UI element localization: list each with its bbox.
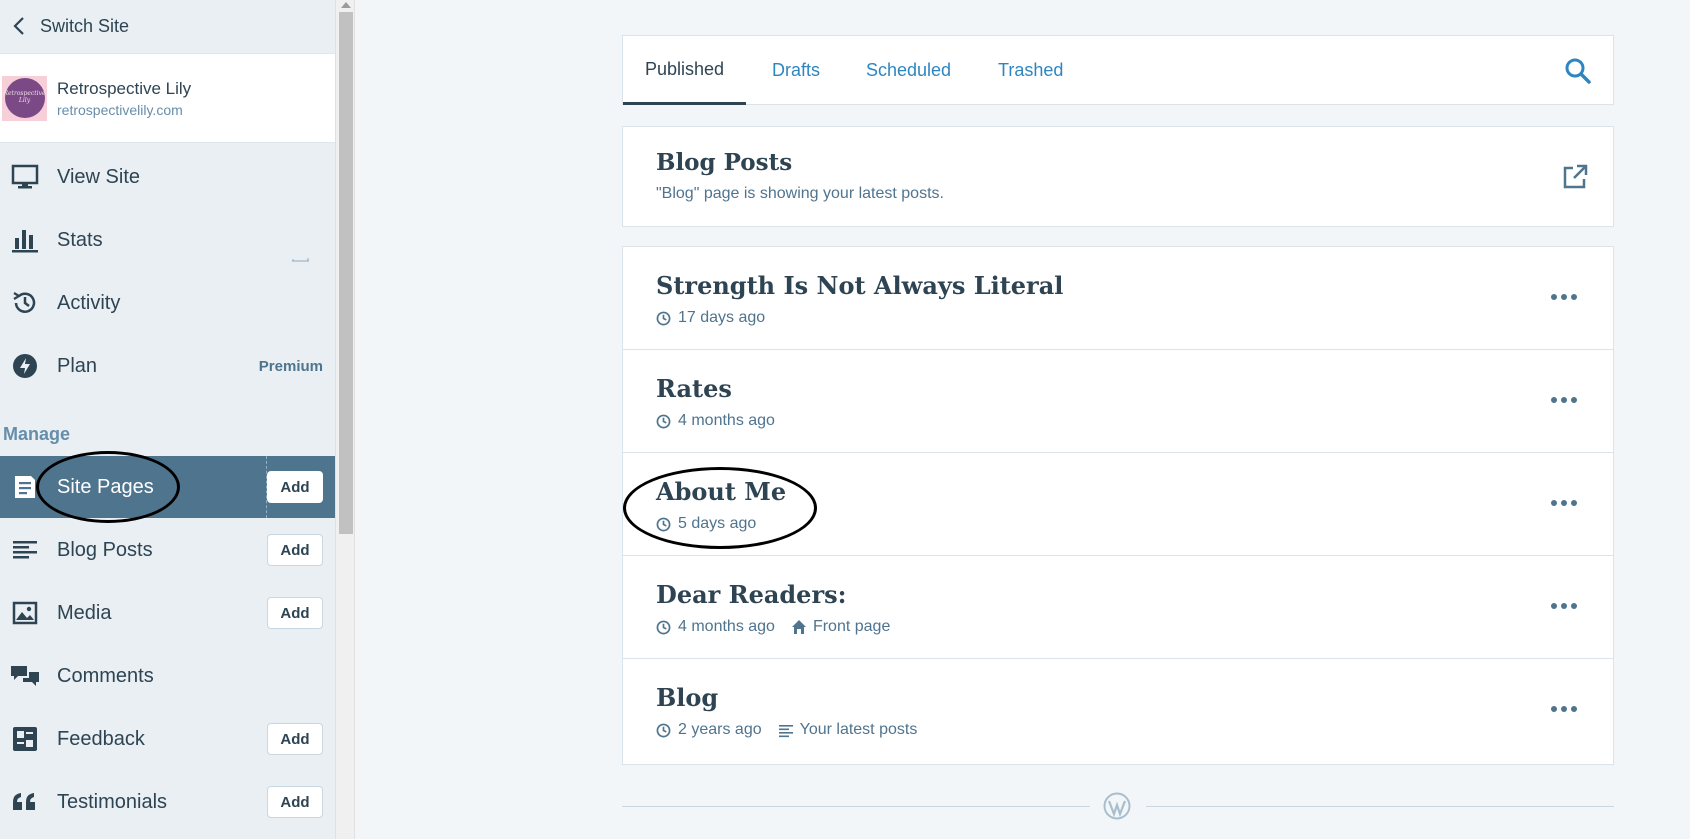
sidebar-item-label: Testimonials: [57, 790, 168, 813]
stats-sparkline: [292, 245, 310, 262]
stats-icon: [10, 225, 40, 255]
pages-icon: [10, 472, 40, 502]
sidebar-item-label: Feedback: [57, 727, 145, 750]
plan-icon: [10, 351, 40, 381]
manage-heading: Manage: [3, 424, 71, 444]
page-time: 4 months ago: [678, 618, 775, 635]
sidebar: Switch Site Retrospective Lily Retrospec…: [0, 0, 335, 839]
status-tabs: Published Drafts Scheduled Trashed: [622, 35, 1614, 105]
list-item[interactable]: Blog 2 years ago Your latest posts: [623, 659, 1613, 762]
page-title[interactable]: Blog: [656, 683, 718, 712]
clock-icon: [656, 414, 671, 428]
search-icon[interactable]: [1563, 56, 1593, 86]
sidebar-item-label: Comments: [57, 664, 154, 687]
more-options-icon[interactable]: [1550, 499, 1578, 507]
switch-site-label: Switch Site: [40, 15, 130, 36]
sidebar-item-testimonials[interactable]: Testimonials Add: [0, 771, 335, 833]
sidebar-item-plan[interactable]: Plan Premium: [0, 335, 335, 397]
history-icon: [10, 288, 40, 318]
sidebar-item-stats[interactable]: Stats: [0, 209, 335, 271]
tab-scheduled[interactable]: Scheduled: [866, 36, 951, 105]
chevron-left-icon: [13, 17, 24, 35]
site-logo: Retrospective Lily: [2, 75, 47, 121]
blog-posts-card[interactable]: Blog Posts "Blog" page is showing your l…: [622, 126, 1614, 227]
list-item[interactable]: Strength Is Not Always Literal 17 days a…: [623, 247, 1613, 350]
add-media-button[interactable]: Add: [267, 597, 323, 629]
tab-drafts[interactable]: Drafts: [772, 36, 820, 105]
page-title[interactable]: Rates: [656, 374, 732, 403]
add-post-button[interactable]: Add: [267, 534, 323, 566]
image-icon: [10, 598, 40, 628]
blog-posts-description: "Blog" page is showing your latest posts…: [656, 185, 944, 202]
add-feedback-button[interactable]: Add: [267, 723, 323, 755]
scroll-up-arrow[interactable]: [341, 2, 351, 8]
list-item[interactable]: About Me 5 days ago: [623, 453, 1613, 556]
external-link-icon[interactable]: [1561, 163, 1589, 191]
list-item[interactable]: Dear Readers: 4 months ago Front page: [623, 556, 1613, 659]
more-options-icon[interactable]: [1550, 396, 1578, 404]
wordpress-logo-icon: [1103, 792, 1131, 820]
page-title[interactable]: Strength Is Not Always Literal: [656, 271, 1063, 300]
tab-published[interactable]: Published: [623, 36, 747, 105]
sidebar-item-view-site[interactable]: View Site: [0, 146, 335, 208]
scrollbar-thumb[interactable]: [339, 12, 353, 534]
sidebar-item-feedback[interactable]: Feedback Add: [0, 708, 335, 770]
posts-icon: [10, 535, 40, 565]
sidebar-item-blog-posts[interactable]: Blog Posts Add: [0, 519, 335, 581]
clock-icon: [656, 723, 671, 737]
tab-trashed[interactable]: Trashed: [998, 36, 1063, 105]
clock-icon: [656, 311, 671, 325]
sidebar-item-comments[interactable]: Comments: [0, 645, 335, 707]
add-page-button[interactable]: Add: [267, 471, 323, 503]
latest-posts-label: Your latest posts: [799, 721, 918, 738]
more-options-icon[interactable]: [1550, 705, 1578, 713]
desktop-icon: [10, 162, 40, 192]
plan-badge: Premium: [258, 357, 323, 375]
switch-site-button[interactable]: Switch Site: [0, 0, 335, 52]
front-page-label: Front page: [812, 618, 891, 635]
current-site-card[interactable]: Retrospective Lily Retrospective Lily re…: [0, 53, 335, 143]
sidebar-item-label: Site Pages: [57, 475, 154, 498]
site-url: retrospectivelily.com: [57, 101, 183, 118]
page-title[interactable]: About Me: [656, 477, 786, 506]
sidebar-item-label: View Site: [57, 165, 141, 188]
sidebar-item-label: Media: [57, 601, 112, 624]
clock-icon: [656, 517, 671, 531]
add-testimonial-button[interactable]: Add: [267, 786, 323, 818]
sidebar-item-label: Stats: [57, 228, 103, 251]
page-time: 5 days ago: [678, 515, 757, 532]
sidebar-item-site-pages[interactable]: Site Pages Add: [0, 456, 335, 518]
site-name: Retrospective Lily: [57, 78, 192, 98]
sidebar-item-label: Plan: [57, 354, 98, 377]
clock-icon: [656, 620, 671, 634]
feedback-icon: [10, 724, 40, 754]
sidebar-scrollbar[interactable]: [335, 0, 355, 839]
list-item[interactable]: Rates 4 months ago: [623, 350, 1613, 453]
comments-icon: [10, 661, 40, 691]
quote-icon: [10, 787, 40, 817]
home-icon: [791, 620, 806, 634]
sidebar-item-activity[interactable]: Activity: [0, 272, 335, 334]
sidebar-item-label: Activity: [57, 291, 121, 314]
sidebar-item-media[interactable]: Media Add: [0, 582, 335, 644]
posts-icon: [778, 725, 793, 738]
blog-posts-title: Blog Posts: [656, 149, 793, 176]
more-options-icon[interactable]: [1550, 602, 1578, 610]
page-time: 17 days ago: [678, 309, 766, 326]
page-time: 4 months ago: [678, 412, 775, 429]
sidebar-item-label: Blog Posts: [57, 538, 153, 561]
pages-list: Strength Is Not Always Literal 17 days a…: [622, 246, 1614, 765]
more-options-icon[interactable]: [1550, 293, 1578, 301]
page-title[interactable]: Dear Readers:: [656, 580, 846, 609]
page-time: 2 years ago: [678, 721, 762, 738]
